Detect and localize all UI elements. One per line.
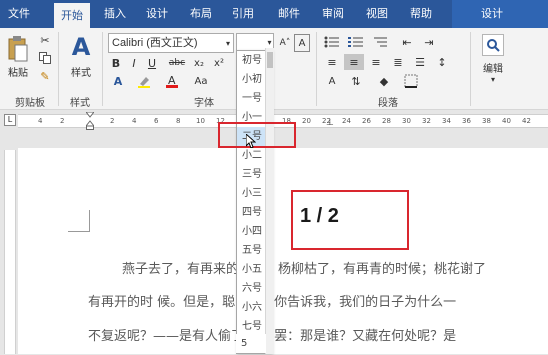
change-case-button[interactable]: Aa (190, 73, 212, 89)
paragraph-line: 燕子去了，有再来的时候；杨柳枯了，有再青的时候；桃花谢了 (122, 262, 487, 277)
text-effects-icon[interactable]: A (110, 73, 126, 89)
ruler-tick: 6 (154, 117, 159, 125)
subscript-button[interactable]: x₂ (190, 55, 208, 71)
divider (102, 32, 103, 106)
ruler-tick: 8 (176, 117, 181, 125)
strikethrough-button[interactable]: abc (166, 55, 188, 71)
tab-layout[interactable]: 布局 (184, 0, 218, 28)
annotation-step-counter: 1 / 2 (300, 205, 339, 227)
asian-layout-icon[interactable]: A (322, 73, 342, 89)
tab-insert[interactable]: 插入 (98, 0, 132, 28)
scrollbar-thumb[interactable] (267, 52, 273, 68)
multilevel-list-icon[interactable] (370, 34, 390, 50)
tab-home[interactable]: 开始 (54, 3, 90, 28)
ruler-tick: 20 (302, 117, 311, 125)
mouse-cursor-icon (245, 132, 257, 152)
group-style-label: 样式 (70, 98, 90, 109)
line-spacing-icon[interactable]: ↕ (432, 54, 452, 70)
align-center-icon[interactable]: ≡ (344, 54, 364, 70)
margin-corner-mark (68, 210, 90, 232)
ruler-tick: 2 (110, 117, 115, 125)
ruler-tick: 30 (402, 117, 411, 125)
dropdown-scrollbar[interactable] (265, 48, 274, 354)
search-icon[interactable] (482, 34, 504, 56)
tab-table-design[interactable]: 设计 (474, 0, 510, 28)
increase-indent-icon[interactable]: ⇥ (420, 34, 438, 50)
indent-marker-icon[interactable] (84, 111, 96, 130)
divider (316, 32, 317, 106)
superscript-button[interactable]: x² (210, 55, 228, 71)
ruler-tick: 4 (38, 117, 43, 125)
align-right-icon[interactable]: ≡ (366, 54, 386, 70)
ruler-tick: 36 (462, 117, 471, 125)
ruler-tick: 24 (342, 117, 351, 125)
ruler-tick: 38 (482, 117, 491, 125)
tab-selector-icon[interactable]: L (4, 114, 16, 126)
tab-help[interactable]: 帮助 (404, 0, 438, 28)
ruler-tick: 40 (502, 117, 511, 125)
tab-review[interactable]: 审阅 (316, 0, 350, 28)
document-page[interactable]: 燕子去了，有再来的时候；杨柳枯了，有再青的时候；桃花谢了 有再开的时 候。但是，… (18, 148, 548, 354)
ruler-tick: 26 (362, 117, 371, 125)
group-paragraph-label: 段落 (378, 98, 398, 109)
chevron-down-icon[interactable]: ▾ (223, 34, 233, 52)
editing-button[interactable]: 编辑 (478, 60, 508, 75)
borders-icon[interactable] (400, 73, 422, 89)
ruler-tick: 2 (60, 117, 65, 125)
context-tab-group: 设计 (452, 0, 548, 28)
styles-icon[interactable]: A (66, 32, 96, 62)
paste-button[interactable]: 粘贴 (4, 64, 32, 79)
bold-button[interactable]: B (108, 55, 124, 71)
divider (470, 32, 471, 106)
ruler-tick: 32 (422, 117, 431, 125)
sort-icon[interactable]: ⇅ (346, 73, 366, 89)
font-color-icon[interactable]: A (164, 73, 180, 89)
ruler-tick: 28 (382, 117, 391, 125)
ruler-tick: 42 (522, 117, 531, 125)
justify-icon[interactable]: ≣ (388, 54, 408, 70)
align-left-icon[interactable]: ≡ (322, 54, 342, 70)
group-clipboard-label: 剪贴板 (15, 98, 45, 109)
group-font-label: 字体 (194, 98, 214, 109)
distributed-icon[interactable]: ☰ (410, 54, 430, 70)
tab-design[interactable]: 设计 (140, 0, 174, 28)
highlight-icon[interactable] (136, 73, 152, 89)
ruler-tick: 4 (132, 117, 137, 125)
cut-icon[interactable]: ✂ (36, 32, 54, 48)
numbering-icon[interactable] (346, 34, 366, 50)
tab-mailings[interactable]: 邮件 (272, 0, 306, 28)
font-name-input[interactable]: Calibri (西文正文) (108, 33, 234, 53)
ribbon: 粘贴 ✂ ✎ 剪贴板 A 样式 样式 Calibri (西文正文) ▾ ▾ A˄… (0, 28, 548, 110)
italic-button[interactable]: I (126, 55, 142, 71)
paste-icon[interactable] (6, 34, 30, 64)
copy-icon[interactable] (36, 50, 54, 66)
shading-icon[interactable]: ◆ (374, 73, 394, 89)
underline-button[interactable]: U (144, 55, 160, 71)
grow-font-icon[interactable]: A˄ (278, 34, 292, 52)
tab-references[interactable]: 引用 (226, 0, 260, 28)
chevron-down-icon[interactable]: ▾ (486, 74, 500, 84)
tab-stop-icon[interactable]: ⊥ (326, 118, 334, 128)
divider (58, 32, 59, 106)
ruler-tick: 34 (442, 117, 451, 125)
vertical-ruler[interactable] (4, 150, 16, 354)
highlight-box (218, 122, 296, 148)
font-size-option[interactable]: 5 (236, 334, 266, 353)
bullets-icon[interactable] (322, 34, 342, 50)
decrease-indent-icon[interactable]: ⇤ (398, 34, 416, 50)
format-painter-icon[interactable]: ✎ (36, 68, 54, 84)
styles-button[interactable]: 样式 (64, 64, 98, 79)
tab-view[interactable]: 视图 (360, 0, 394, 28)
ribbon-tab-bar: 文件 开始 插入 设计 布局 引用 邮件 审阅 视图 帮助 设计 (0, 0, 548, 28)
character-border-icon[interactable]: A (294, 34, 310, 52)
ruler-tick: 10 (196, 117, 205, 125)
tab-file[interactable]: 文件 (2, 0, 36, 28)
